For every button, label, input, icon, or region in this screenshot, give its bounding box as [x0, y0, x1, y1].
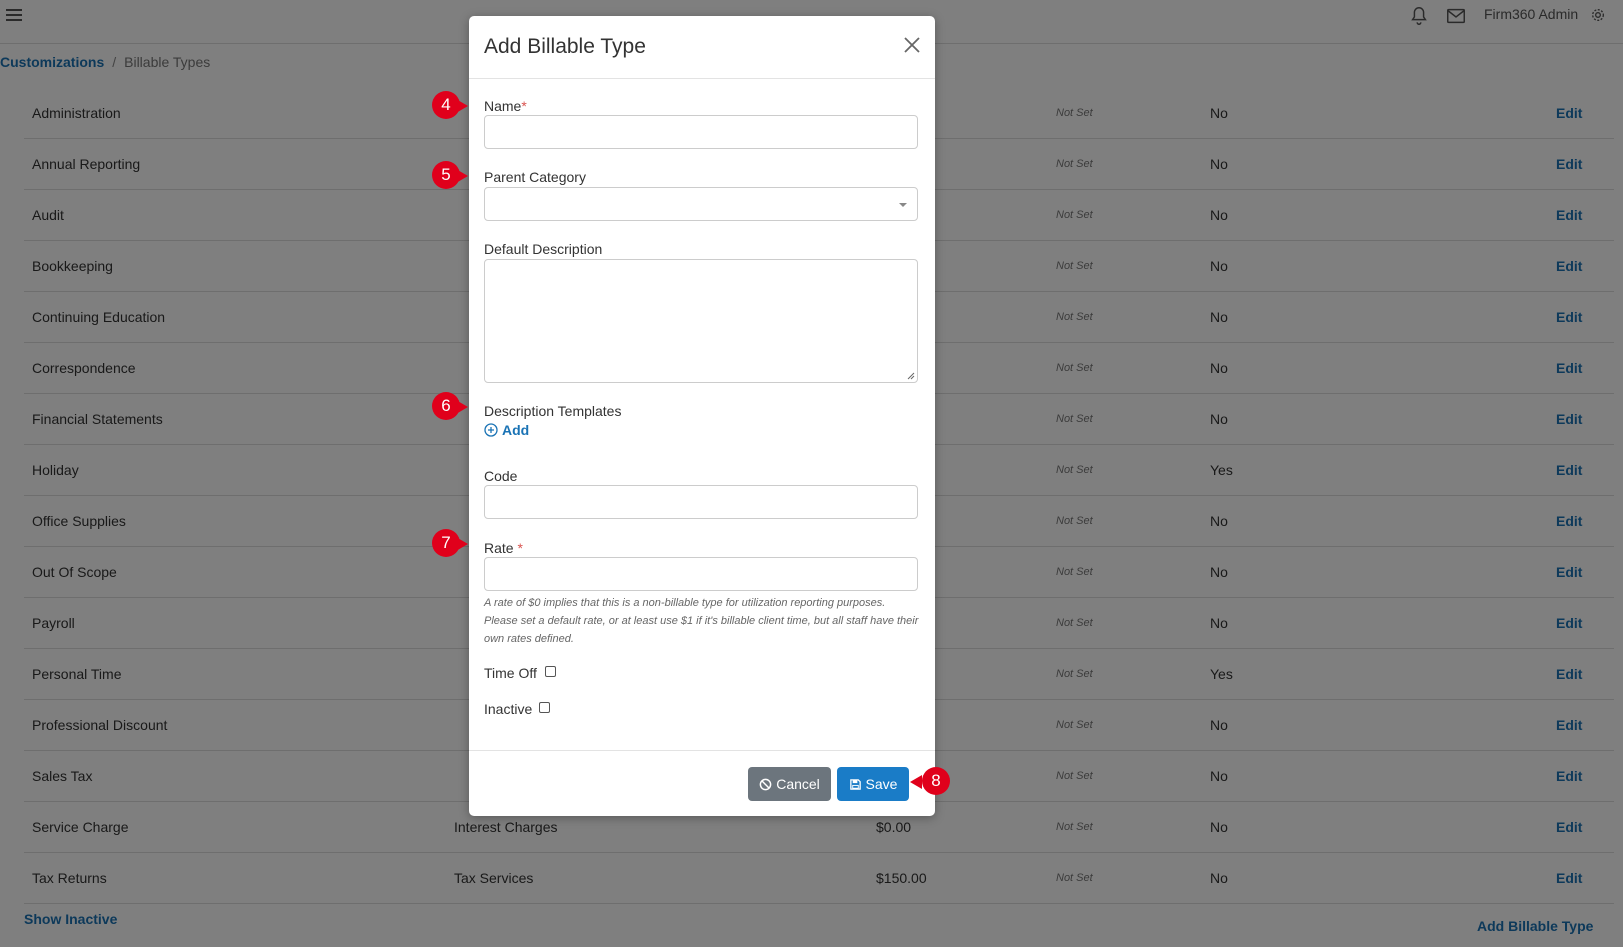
modal-title: Add Billable Type: [484, 35, 646, 58]
step-marker-5: 5: [432, 161, 468, 195]
code-label: Code: [484, 468, 518, 484]
default-description-label: Default Description: [484, 241, 603, 257]
chevron-down-icon: [899, 203, 907, 207]
add-template-label: Add: [502, 422, 530, 438]
add-billable-type-modal: Add Billable Type Name* Parent Category …: [469, 16, 935, 816]
step-marker-6: 6: [432, 392, 468, 426]
save-button[interactable]: Save: [837, 767, 909, 801]
rate-help-text: A rate of $0 implies that this is a non-…: [484, 597, 919, 645]
step-marker-8: 8: [910, 767, 952, 801]
rate-input[interactable]: [484, 557, 918, 591]
step-marker-4: 4: [432, 91, 468, 125]
resize-handle-icon[interactable]: [907, 372, 915, 380]
cancel-button-label: Cancel: [776, 776, 820, 792]
parent-category-label: Parent Category: [484, 169, 586, 185]
name-input[interactable]: [484, 115, 918, 149]
modal-header: Add Billable Type: [469, 16, 935, 79]
plus-circle-icon: [484, 423, 498, 437]
default-description-textarea[interactable]: [484, 259, 918, 383]
time-off-label: Time Off: [484, 665, 537, 681]
name-label: Name*: [484, 98, 527, 114]
code-input[interactable]: [484, 485, 918, 519]
inactive-label: Inactive: [484, 701, 533, 717]
time-off-checkbox[interactable]: [545, 666, 556, 677]
inactive-checkbox[interactable]: [539, 702, 550, 713]
rate-label: Rate *: [484, 540, 523, 556]
add-template-button[interactable]: Add: [484, 422, 529, 438]
step-marker-7: 7: [432, 529, 468, 563]
save-button-label: Save: [865, 776, 898, 792]
description-templates-label: Description Templates: [484, 403, 622, 419]
close-icon[interactable]: [903, 36, 921, 54]
cancel-button[interactable]: Cancel: [748, 767, 831, 801]
save-icon: [849, 778, 861, 790]
ban-icon: [759, 778, 772, 790]
parent-category-select[interactable]: [484, 187, 918, 221]
modal-footer-divider: [469, 750, 935, 751]
